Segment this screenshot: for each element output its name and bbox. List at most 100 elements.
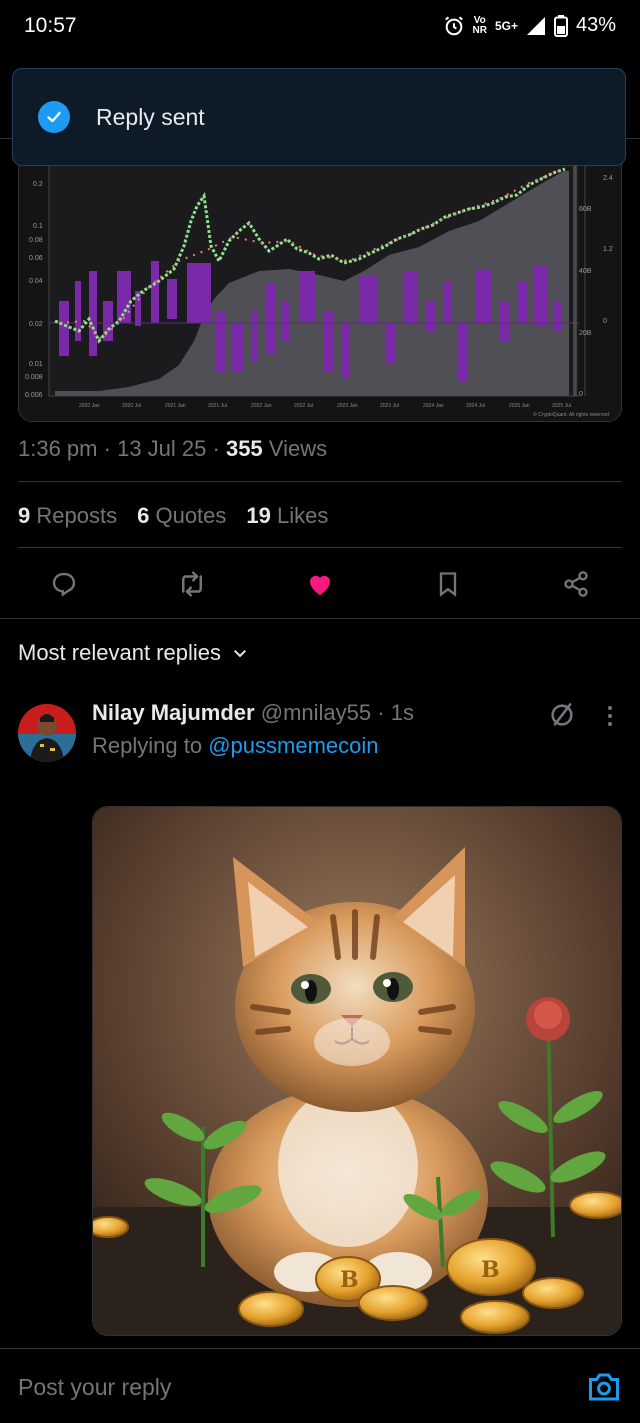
- y-tick: 0.01: [29, 361, 43, 368]
- status-bar: 10:57 Vo NR 5G+ 43%: [0, 0, 640, 56]
- y-tick: 0.06: [29, 255, 43, 262]
- alarm-icon: [444, 16, 463, 35]
- check-circle-icon: [38, 101, 70, 133]
- y-tick: 0.008: [25, 374, 43, 381]
- reply-icon: [52, 572, 76, 597]
- more-vertical-icon: [608, 706, 612, 726]
- reply-time: 1s: [390, 700, 414, 725]
- y2-tick: 0: [603, 318, 607, 325]
- x-tick: 2022 Jan: [251, 403, 272, 409]
- likes-stat[interactable]: 19 Likes: [246, 503, 328, 529]
- volte-label: Vo: [473, 14, 486, 26]
- y-tick: 0.04: [29, 278, 43, 285]
- reposts-stat[interactable]: 9 Reposts: [18, 503, 117, 529]
- quotes-count: 6: [137, 503, 150, 528]
- reply-author-name[interactable]: Nilay Majumder: [92, 700, 255, 725]
- camera-button[interactable]: [586, 1370, 622, 1409]
- views-count: 355: [225, 436, 263, 461]
- status-icons: Vo NR 5G+ 43%: [443, 14, 616, 37]
- action-bar: [0, 560, 640, 608]
- y2-tick: 40B: [579, 268, 592, 275]
- post-chart-image[interactable]: 0.2 0.1 0.08 0.06 0.04 0.02 0.01 0.008 0…: [18, 150, 622, 422]
- x-tick: 2022 Jul: [294, 403, 313, 409]
- mention-link[interactable]: @pussmemecoin: [208, 733, 378, 758]
- quotes-stat[interactable]: 6 Quotes: [137, 503, 226, 529]
- reply-header: Nilay Majumder @mnilay55 · 1s: [92, 700, 414, 726]
- share-button[interactable]: [552, 560, 600, 608]
- likes-count: 19: [246, 503, 271, 528]
- y2-tick: 1.2: [603, 246, 613, 253]
- divider: [18, 547, 622, 548]
- quotes-label: Quotes: [155, 503, 227, 528]
- reposts-count: 9: [18, 503, 31, 528]
- y-tick: 0.2: [33, 181, 43, 188]
- x-tick: 2021 Jul: [208, 403, 227, 409]
- reply-sent-toast: Reply sent: [12, 68, 626, 166]
- more-options-button[interactable]: [600, 703, 620, 734]
- post-meta: 1:36 pm · 13 Jul 25 · 355 Views: [18, 436, 327, 462]
- engagement-stats: 9 Reposts 6 Quotes 19 Likes: [18, 503, 328, 529]
- separator: ·: [212, 436, 226, 461]
- share-icon: [564, 571, 588, 597]
- x-tick: 2025 Jan: [509, 403, 530, 409]
- y-tick: 0.08: [29, 237, 43, 244]
- reply-media-image[interactable]: BB: [92, 806, 622, 1336]
- y2-tick: 60B: [579, 206, 592, 213]
- network-type: 5G+: [494, 18, 518, 33]
- camera-icon: [589, 1373, 619, 1401]
- divider: [0, 1348, 640, 1349]
- nr-label: NR: [472, 24, 487, 36]
- y-tick: 0.006: [25, 392, 43, 399]
- status-time: 10:57: [24, 14, 77, 37]
- divider: [0, 618, 640, 619]
- replying-to: Replying to @pussmemecoin: [92, 733, 379, 759]
- grok-button[interactable]: [548, 701, 576, 734]
- x-tick: 2025 Jul: [552, 403, 571, 409]
- repost-button[interactable]: [168, 560, 216, 608]
- toast-message: Reply sent: [96, 103, 205, 130]
- volte-indicator: Vo NR: [472, 14, 487, 36]
- likes-label: Likes: [277, 503, 329, 528]
- x-tick: 2020 Jul: [122, 403, 141, 409]
- sort-label: Most relevant replies: [18, 640, 221, 665]
- slash-circle-icon: [551, 703, 573, 726]
- replying-to-label: Replying to: [92, 733, 203, 758]
- divider: [18, 481, 622, 482]
- replies-sort-dropdown[interactable]: Most relevant replies: [18, 640, 249, 666]
- separator: ·: [103, 436, 118, 461]
- battery-percent: 43%: [575, 14, 616, 36]
- bookmark-button[interactable]: [424, 560, 472, 608]
- battery-icon: [553, 14, 568, 37]
- avatar[interactable]: [18, 704, 76, 762]
- reposts-label: Reposts: [36, 503, 118, 528]
- x-tick: 2020 Jan: [79, 403, 100, 409]
- chevron-down-icon: [234, 650, 246, 658]
- signal-icon: [526, 16, 545, 35]
- like-button[interactable]: [296, 560, 344, 608]
- post-date: 13 Jul 25: [117, 436, 207, 461]
- bookmark-icon: [439, 572, 457, 597]
- x-tick: 2024 Jul: [466, 403, 485, 409]
- y2-tick: 0: [579, 391, 583, 398]
- post-time: 1:36 pm: [18, 436, 98, 461]
- like-icon: [310, 575, 330, 596]
- views-label: Views: [268, 436, 328, 461]
- chart-copyright: © CryptoQuant. All rights reserved: [533, 411, 609, 418]
- svg-text:B: B: [340, 1267, 359, 1293]
- x-tick: 2023 Jul: [380, 403, 399, 409]
- y-tick: 0.02: [29, 321, 43, 328]
- separator: ·: [377, 700, 385, 725]
- svg-text:B: B: [481, 1257, 500, 1283]
- reply-composer-input[interactable]: Post your reply: [18, 1374, 171, 1401]
- y2-tick: 20B: [579, 330, 592, 337]
- x-tick: 2024 Jan: [423, 403, 444, 409]
- reply-button[interactable]: [40, 560, 88, 608]
- chart-graphic: 0.2 0.1 0.08 0.06 0.04 0.02 0.01 0.008 0…: [25, 151, 613, 418]
- x-tick: 2021 Jan: [165, 403, 186, 409]
- reply-author-handle[interactable]: @mnilay55: [261, 700, 371, 725]
- y2-tick: 2.4: [603, 175, 613, 182]
- kitten-image: BB: [93, 807, 621, 1335]
- y-tick: 0.1: [33, 223, 43, 230]
- repost-icon: [182, 571, 202, 597]
- x-tick: 2023 Jan: [337, 403, 358, 409]
